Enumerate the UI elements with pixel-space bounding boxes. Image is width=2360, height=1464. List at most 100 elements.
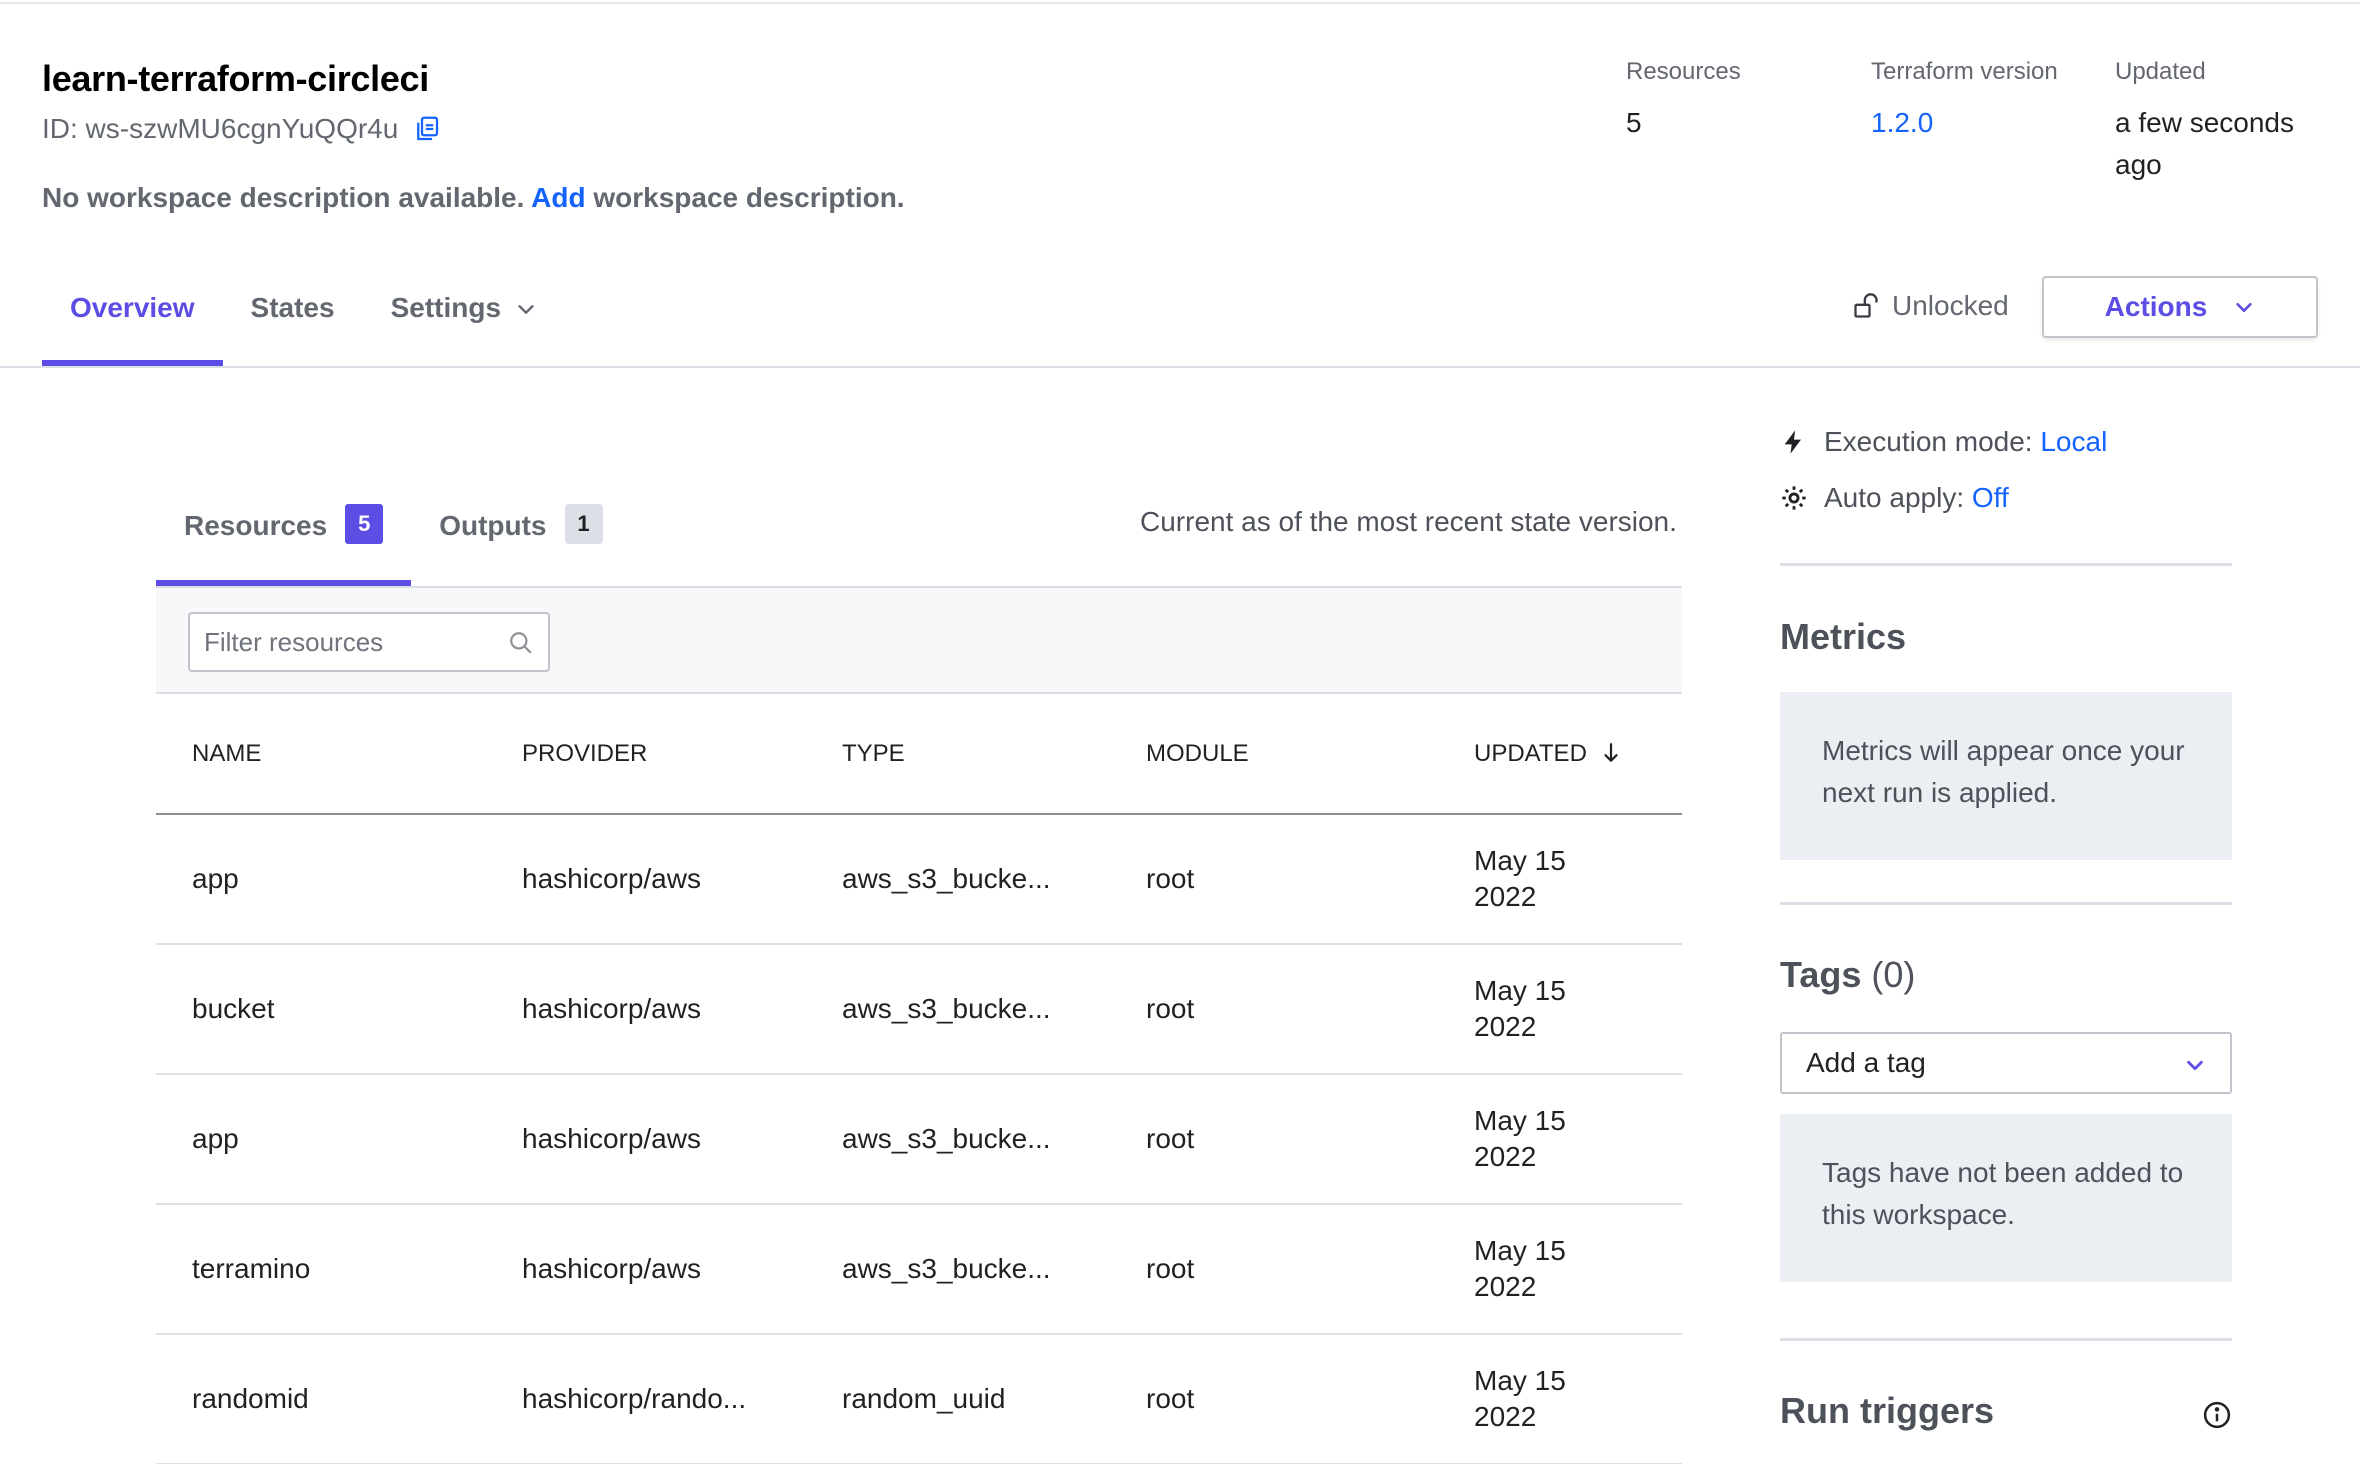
resources-table: NAME PROVIDER TYPE MODULE UPDATED app ha… <box>156 694 1682 1464</box>
metrics-heading: Metrics <box>1780 616 1907 657</box>
workspace-nav-tabs: Overview States Settings <box>42 262 565 366</box>
cell-provider: hashicorp/aws <box>486 944 806 1075</box>
cell-name: app <box>156 1074 486 1205</box>
table-header-row: NAME PROVIDER TYPE MODULE UPDATED <box>156 694 1682 815</box>
cell-updated-date: May 15 <box>1474 975 1566 1006</box>
col-header-module[interactable]: MODULE <box>1110 694 1438 815</box>
outputs-count-badge: 1 <box>564 504 603 544</box>
meta-updated-line1: a few seconds <box>2115 107 2294 138</box>
table-row[interactable]: app hashicorp/aws aws_s3_bucke... root M… <box>156 1074 1682 1205</box>
lock-status[interactable]: Unlocked <box>1852 290 2009 322</box>
cell-updated-date: May 15 <box>1474 1105 1566 1136</box>
add-description-link[interactable]: Add <box>531 182 585 213</box>
cell-type: aws_s3_bucke... <box>806 944 1110 1075</box>
nav-divider <box>0 366 2360 368</box>
meta-resources-value: 5 <box>1626 107 1642 138</box>
chevron-down-icon <box>2187 1060 2203 1071</box>
resource-output-tabs: Resources 5 Outputs 1 <box>156 496 631 586</box>
col-header-provider[interactable]: PROVIDER <box>486 694 806 815</box>
workspace-id: ID: ws-szwMU6cgnYuQQr4u <box>42 113 399 144</box>
table-row[interactable]: terramino hashicorp/aws aws_s3_bucke... … <box>156 1204 1682 1335</box>
cell-provider: hashicorp/aws <box>486 1204 806 1335</box>
meta-updated-line2: ago <box>2115 149 2162 180</box>
workspace-name: learn-terraform-circleci <box>42 58 429 99</box>
cell-module: root <box>1110 1334 1438 1464</box>
col-header-name[interactable]: NAME <box>156 694 486 815</box>
cell-updated-year: 2022 <box>1474 1011 1537 1042</box>
tab-resources[interactable]: Resources 5 <box>156 496 412 586</box>
run-triggers-heading: Run triggers <box>1780 1390 1995 1431</box>
tags-empty-box: Tags have not been added to this workspa… <box>1780 1114 2232 1282</box>
tab-states[interactable]: States <box>223 262 363 366</box>
filter-bar <box>156 588 1682 694</box>
auto-apply-label: Auto apply: <box>1824 482 1965 513</box>
meta-updated: Updated a few seconds ago <box>2115 58 2315 186</box>
cell-type: aws_s3_bucke... <box>806 1074 1110 1205</box>
cell-updated: May 15 2022 <box>1438 814 1682 945</box>
table-row[interactable]: app hashicorp/aws aws_s3_bucke... root M… <box>156 814 1682 945</box>
cell-updated: May 15 2022 <box>1438 1204 1682 1335</box>
col-header-updated[interactable]: UPDATED <box>1438 694 1682 815</box>
meta-resources-label: Resources <box>1626 58 1741 85</box>
tags-heading: Tags (0) <box>1780 954 1915 996</box>
table-row[interactable]: randomid hashicorp/rando... random_uuid … <box>156 1334 1682 1464</box>
copy-icon[interactable] <box>412 114 442 144</box>
tab-outputs-label: Outputs <box>439 510 547 541</box>
cell-updated-year: 2022 <box>1474 1271 1537 1302</box>
tab-settings[interactable]: Settings <box>363 262 565 366</box>
cell-updated: May 15 2022 <box>1438 944 1682 1075</box>
unlock-icon <box>1854 293 1878 318</box>
tab-settings-label: Settings <box>390 292 502 323</box>
filter-resources-input[interactable] <box>188 612 550 672</box>
meta-terraform-label: Terraform version <box>1871 58 2058 85</box>
cell-updated-year: 2022 <box>1474 1401 1537 1432</box>
cell-module: root <box>1110 1074 1438 1205</box>
sort-descending-icon <box>1603 742 1618 762</box>
sidebar-divider <box>1780 902 2232 905</box>
cell-name: randomid <box>156 1334 486 1464</box>
cell-module: root <box>1110 814 1438 945</box>
add-tag-select[interactable]: Add a tag <box>1780 1032 2232 1094</box>
cell-updated-date: May 15 <box>1474 1235 1566 1266</box>
tags-heading-label: Tags <box>1780 954 1862 995</box>
col-header-type[interactable]: TYPE <box>806 694 1110 815</box>
execution-mode: Execution mode: Local <box>1780 426 2232 458</box>
actions-label: Actions <box>2104 291 2208 322</box>
sidebar-divider <box>1780 1338 2232 1341</box>
cell-name: bucket <box>156 944 486 1075</box>
cell-provider: hashicorp/rando... <box>486 1334 806 1464</box>
cell-name: terramino <box>156 1204 486 1335</box>
cell-provider: hashicorp/aws <box>486 1074 806 1205</box>
chevron-down-icon <box>2236 302 2253 312</box>
cell-module: root <box>1110 1204 1438 1335</box>
tags-count: (0) <box>1871 954 1916 995</box>
workspace-id-row: ID: ws-szwMU6cgnYuQQr4u <box>42 113 442 145</box>
chevron-down-icon <box>518 305 534 314</box>
cell-updated-year: 2022 <box>1474 881 1537 912</box>
description-suffix: workspace description. <box>593 182 905 213</box>
sidebar-divider <box>1780 563 2232 566</box>
info-icon[interactable] <box>2202 1400 2232 1430</box>
meta-updated-label: Updated <box>2115 58 2206 85</box>
terraform-version-link[interactable]: 1.2.0 <box>1871 102 2091 144</box>
col-header-updated-label: UPDATED <box>1474 739 1587 767</box>
cell-updated-date: May 15 <box>1474 845 1566 876</box>
gear-icon <box>1782 486 1806 510</box>
actions-button[interactable]: Actions <box>2042 276 2318 338</box>
top-border <box>0 0 2360 4</box>
meta-resources: Resources 5 <box>1626 58 1826 144</box>
description-empty-text: No workspace description available. <box>42 182 525 213</box>
cell-updated-date: May 15 <box>1474 1365 1566 1396</box>
cell-type: aws_s3_bucke... <box>806 814 1110 945</box>
metrics-empty-box: Metrics will appear once your next run i… <box>1780 692 2232 860</box>
execution-mode-link[interactable]: Local <box>2040 426 2107 457</box>
tab-overview[interactable]: Overview <box>42 262 223 366</box>
cell-type: random_uuid <box>806 1334 1110 1464</box>
resources-count-badge: 5 <box>345 504 384 544</box>
tab-resources-label: Resources <box>184 510 328 541</box>
cell-updated-year: 2022 <box>1474 1141 1537 1172</box>
cell-provider: hashicorp/aws <box>486 814 806 945</box>
auto-apply-link[interactable]: Off <box>1972 482 2009 513</box>
tab-outputs[interactable]: Outputs 1 <box>411 496 630 586</box>
table-row[interactable]: bucket hashicorp/aws aws_s3_bucke... roo… <box>156 944 1682 1075</box>
